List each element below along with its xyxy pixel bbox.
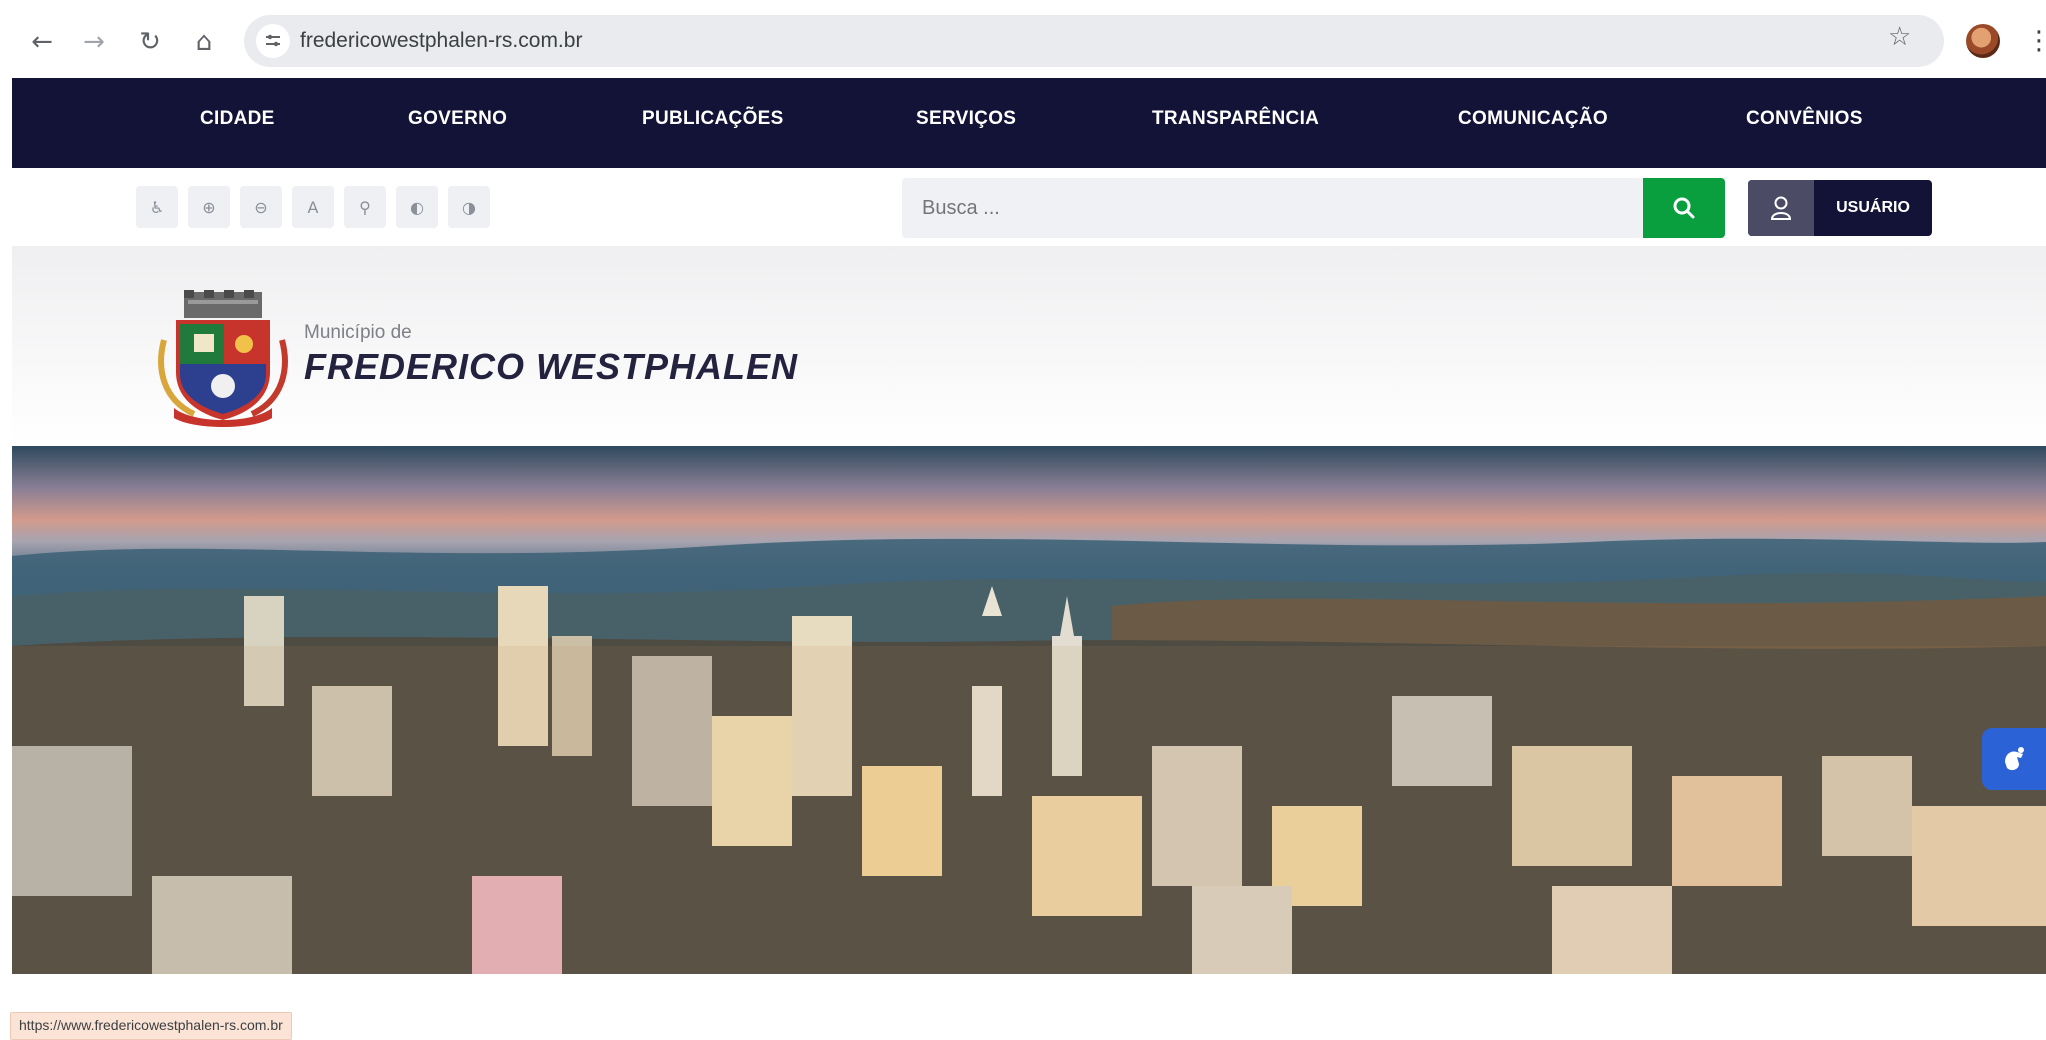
user-icon (1748, 180, 1814, 236)
nav-item-cidade[interactable]: CIDADE (200, 108, 275, 130)
home-icon[interactable]: ⌂ (186, 24, 222, 60)
user-login-button[interactable]: USUÁRIO (1748, 180, 1932, 236)
search-icon (1673, 197, 1695, 219)
decrease-font-icon[interactable]: ⊖ (240, 186, 282, 228)
main-navigation: CIDADE GOVERNO PUBLICAÇÕES SERVIÇOS TRAN… (12, 78, 2046, 168)
hero-city-panorama (12, 446, 2046, 974)
site-header: Município de FREDERICO WESTPHALEN (12, 246, 2046, 446)
utility-bar: ♿ ⊕ ⊖ A ⚲ ◐ ◑ USUÁRIO (0, 168, 2046, 246)
nav-item-governo[interactable]: GOVERNO (408, 108, 507, 130)
forward-arrow-icon[interactable]: → (76, 24, 112, 60)
search-button[interactable] (1643, 178, 1725, 238)
municipal-crest-logo[interactable] (154, 290, 292, 430)
contrast-icon[interactable]: ◐ (396, 186, 438, 228)
kebab-icon[interactable]: ⋮ (2026, 26, 2046, 60)
municipio-name[interactable]: FREDERICO WESTPHALEN (304, 346, 798, 388)
star-icon[interactable]: ☆ (1888, 22, 1924, 58)
font-size-icon[interactable]: A (292, 186, 334, 228)
site-settings-icon[interactable] (256, 24, 290, 58)
sign-language-icon (2005, 747, 2024, 771)
reload-icon[interactable]: ↻ (132, 24, 168, 60)
increase-font-icon[interactable]: ⊕ (188, 186, 230, 228)
accessibility-icon[interactable]: ♿ (136, 186, 178, 228)
back-arrow-icon[interactable]: ← (24, 24, 60, 60)
user-button-label: USUÁRIO (1836, 199, 1910, 216)
address-bar[interactable]: fredericowestphalen-rs.com.br (244, 15, 1944, 67)
profile-avatar[interactable] (1966, 24, 2000, 58)
nav-item-transparencia[interactable]: TRANSPARÊNCIA (1152, 108, 1319, 130)
browser-toolbar: ← → ↻ ⌂ fredericowestphalen-rs.com.br ☆ … (0, 0, 2046, 80)
vlibras-accessibility-button[interactable] (1982, 728, 2046, 790)
nav-item-servicos[interactable]: SERVIÇOS (916, 108, 1016, 130)
nav-item-convenios[interactable]: CONVÊNIOS (1746, 108, 1863, 130)
location-icon[interactable]: ⚲ (344, 186, 386, 228)
city-skyline-image (12, 538, 2046, 974)
nav-item-comunicacao[interactable]: COMUNICAÇÃO (1458, 108, 1608, 130)
url-text: fredericowestphalen-rs.com.br (300, 29, 583, 52)
search-input[interactable] (902, 178, 1644, 238)
link-status-bar: https://www.fredericowestphalen-rs.com.b… (10, 1012, 292, 1040)
nav-item-publicacoes[interactable]: PUBLICAÇÕES (642, 108, 784, 130)
municipio-label: Município de (304, 322, 412, 343)
contrast-alt-icon[interactable]: ◑ (448, 186, 490, 228)
